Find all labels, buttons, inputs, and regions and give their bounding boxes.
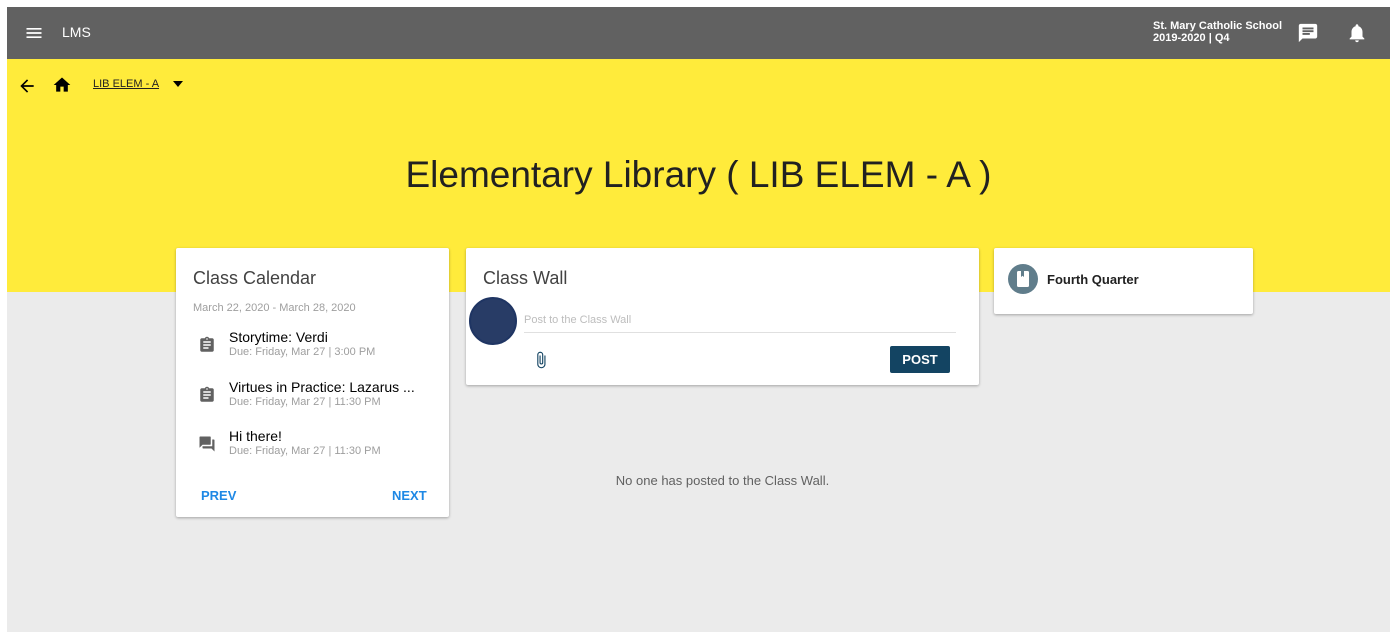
app-title: LMS [62, 24, 91, 40]
class-wall-card: Class Wall POST [466, 248, 979, 385]
page-title: Elementary Library ( LIB ELEM - A ) [405, 154, 992, 195]
quarter-card[interactable]: Fourth Quarter [994, 248, 1253, 314]
event-due: Due: Friday, Mar 27 | 11:30 PM [229, 445, 381, 457]
term-label: 2019-2020 | Q4 [1153, 32, 1230, 44]
chevron-down-icon[interactable] [172, 79, 184, 89]
assignment-icon [200, 336, 214, 352]
event-title: Storytime: Verdi [229, 329, 328, 345]
calendar-event[interactable]: Hi there! Due: Friday, Mar 27 | 11:30 PM [193, 428, 443, 464]
event-title: Hi there! [229, 428, 282, 444]
wall-post-input[interactable] [524, 314, 956, 333]
notifications-icon[interactable] [1346, 22, 1368, 44]
school-name: St. Mary Catholic School [1153, 20, 1282, 32]
book-icon [1008, 264, 1038, 294]
assignment-icon [200, 386, 214, 402]
prev-button[interactable]: PREV [201, 488, 236, 503]
home-icon[interactable] [52, 75, 72, 95]
class-calendar-card: Class Calendar March 22, 2020 - March 28… [176, 248, 449, 517]
breadcrumb-course[interactable]: LIB ELEM - A [93, 78, 159, 90]
menu-icon[interactable] [24, 23, 44, 43]
attachment-icon[interactable] [532, 350, 550, 370]
calendar-event[interactable]: Storytime: Verdi Due: Friday, Mar 27 | 3… [193, 329, 443, 365]
event-title: Virtues in Practice: Lazarus ... [229, 379, 415, 395]
event-due: Due: Friday, Mar 27 | 3:00 PM [229, 346, 376, 358]
next-button[interactable]: NEXT [392, 488, 427, 503]
quarter-label: Fourth Quarter [1047, 272, 1139, 287]
back-arrow-icon[interactable] [17, 76, 37, 96]
school-info: St. Mary Catholic School 2019-2020 | Q4 [1153, 20, 1282, 44]
wall-empty-message: No one has posted to the Class Wall. [615, 473, 830, 488]
event-due: Due: Friday, Mar 27 | 11:30 PM [229, 396, 381, 408]
wall-title: Class Wall [483, 268, 568, 288]
calendar-event[interactable]: Virtues in Practice: Lazarus ... Due: Fr… [193, 379, 443, 415]
app-frame: LMS St. Mary Catholic School 2019-2020 |… [7, 7, 1390, 632]
messages-icon[interactable] [1297, 22, 1319, 44]
avatar [469, 297, 517, 345]
post-button[interactable]: POST [890, 346, 950, 373]
top-app-bar: LMS St. Mary Catholic School 2019-2020 |… [7, 7, 1390, 59]
calendar-date-range: March 22, 2020 - March 28, 2020 [193, 302, 356, 314]
discussion-icon [199, 436, 215, 452]
calendar-title: Class Calendar [193, 268, 317, 288]
